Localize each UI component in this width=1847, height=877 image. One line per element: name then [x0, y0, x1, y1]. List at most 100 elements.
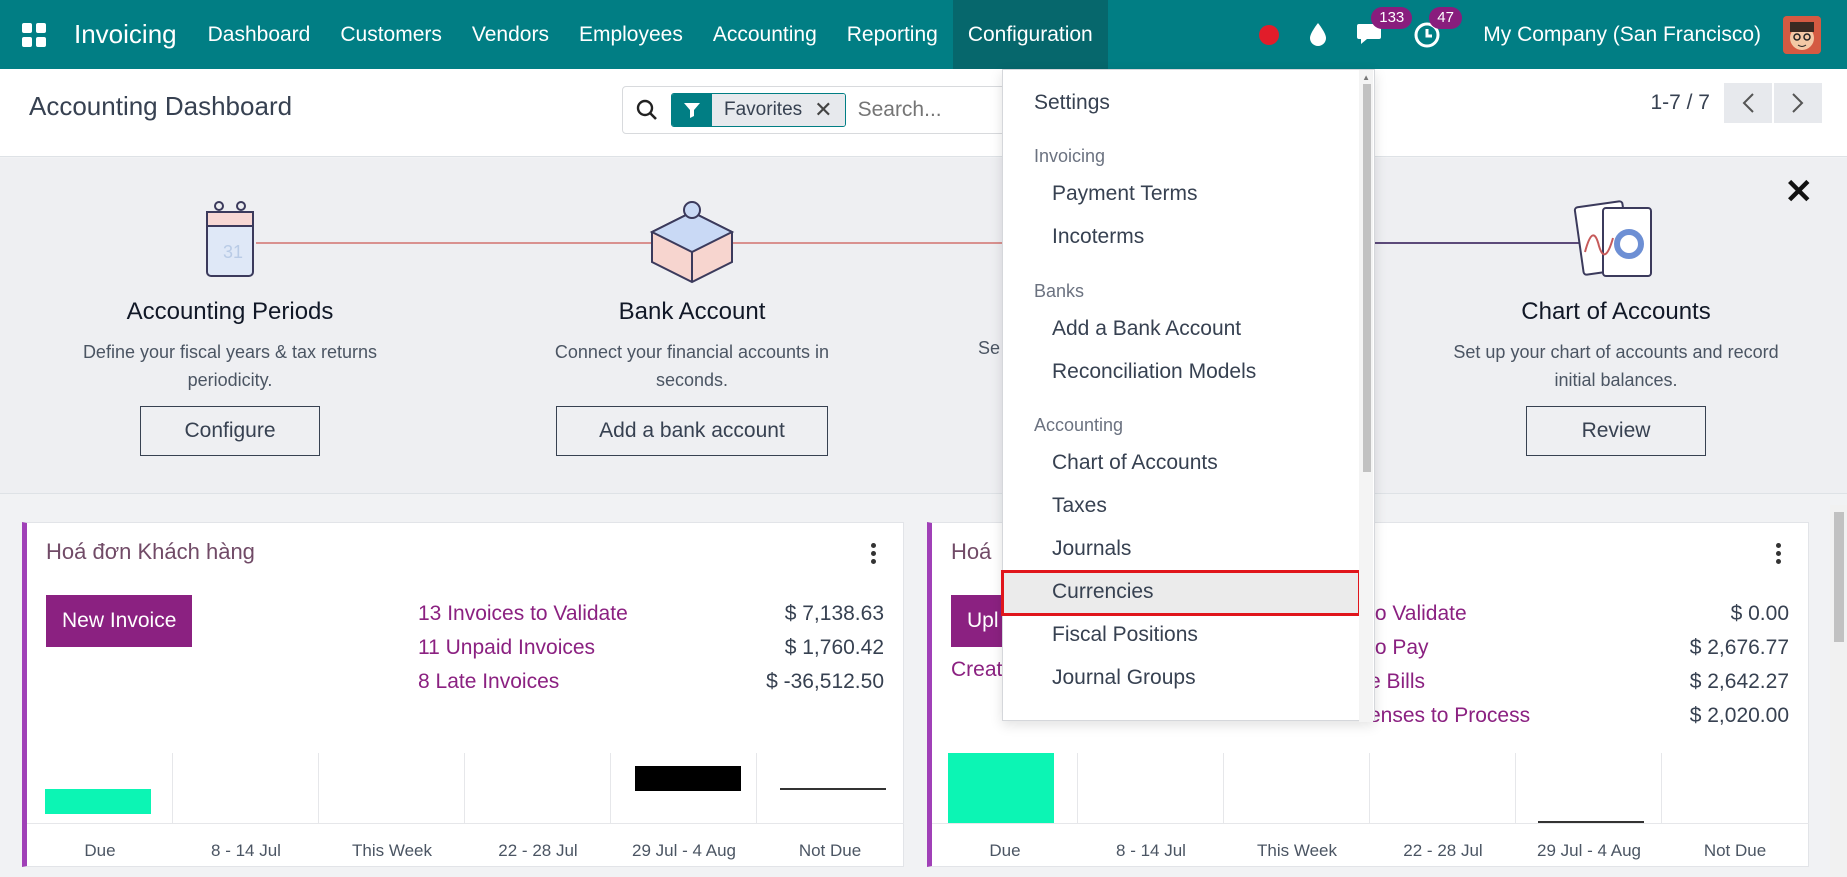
dropdown-scrollbar-thumb[interactable]: [1363, 84, 1371, 472]
graph-label: This Week: [352, 841, 432, 860]
menu-accounting[interactable]: Accounting: [698, 0, 832, 69]
journal-title[interactable]: Hoá: [951, 539, 991, 565]
pager: 1-7 / 7: [1650, 83, 1847, 123]
step-title: Bank Account: [618, 298, 766, 325]
kebab-menu-icon[interactable]: [1776, 543, 1782, 564]
stat-link[interactable]: e Bills: [1369, 667, 1425, 701]
graph-label: 22 - 28 Jul: [498, 841, 578, 860]
chevron-left-icon: [1742, 93, 1754, 113]
step-accounting-periods: 31 Accounting Periods Define your fiscal…: [60, 192, 400, 456]
app-name[interactable]: Invoicing: [74, 19, 177, 50]
onboarding-panel: ✕ 31 Accounting Periods Define your fisc…: [0, 158, 1847, 494]
stat-value: $ -36,512.50: [766, 670, 884, 693]
top-navbar: Invoicing Dashboard Customers Vendors Em…: [0, 0, 1847, 69]
new-invoice-button[interactable]: New Invoice: [46, 595, 193, 647]
graph-label: Due: [989, 841, 1021, 860]
search-input[interactable]: [857, 98, 1008, 122]
droplet-icon[interactable]: [1307, 22, 1329, 48]
stat-row: enses to Process $ 2,020.00: [1369, 701, 1789, 735]
puzzle-icon: [522, 192, 862, 286]
stat-row: to Validate $ 0.00: [1369, 599, 1789, 633]
scroll-up-arrow-icon[interactable]: ▲: [1362, 73, 1370, 82]
pager-previous-button[interactable]: [1724, 83, 1772, 123]
record-icon[interactable]: [1259, 24, 1280, 45]
graph-label: Not Due: [798, 841, 862, 860]
graph-label: 8 - 14 Jul: [1116, 841, 1186, 860]
menu-section-invoicing: Invoicing: [1034, 146, 1106, 166]
graph-bar-due[interactable]: [948, 753, 1054, 823]
pager-next-button[interactable]: [1774, 83, 1822, 123]
menu-item-journal-groups[interactable]: Journal Groups: [1052, 657, 1196, 699]
menu-vendors[interactable]: Vendors: [457, 0, 564, 69]
graph-label: This Week: [1257, 841, 1337, 860]
stat-link[interactable]: to Validate: [1369, 599, 1467, 633]
stat-row: 11 Unpaid Invoices $ 1,760.42: [418, 633, 884, 667]
graph-label: 22 - 28 Jul: [1403, 841, 1483, 860]
messages-badge: 133: [1371, 6, 1413, 29]
menu-employees[interactable]: Employees: [564, 0, 698, 69]
stat-link[interactable]: to Pay: [1369, 633, 1429, 667]
stat-row: 13 Invoices to Validate $ 7,138.63: [418, 599, 884, 633]
menu-item-payment-terms[interactable]: Payment Terms: [1052, 173, 1198, 215]
graph-label: 29 Jul - 4 Aug: [1537, 841, 1641, 860]
chevron-right-icon: [1792, 93, 1804, 113]
company-switcher[interactable]: My Company (San Francisco): [1483, 23, 1761, 47]
step-title: Chart of Accounts: [1521, 298, 1711, 325]
configure-button[interactable]: Configure: [140, 406, 320, 456]
create-link[interactable]: Creat: [951, 658, 1002, 682]
stat-link[interactable]: enses to Process: [1369, 701, 1530, 735]
configuration-dropdown: Settings Invoicing Payment Terms Incoter…: [1001, 69, 1375, 722]
kebab-menu-icon[interactable]: [871, 543, 877, 564]
menu-item-incoterms[interactable]: Incoterms: [1052, 216, 1144, 258]
menu-item-reconciliation-models[interactable]: Reconciliation Models: [1052, 351, 1256, 393]
search-bar[interactable]: Favorites ✕: [622, 86, 1032, 134]
user-avatar[interactable]: [1783, 15, 1821, 54]
step-description-fragment: Se: [978, 338, 1001, 358]
stat-value: $ 2,676.77: [1689, 636, 1789, 659]
menu-item-journals[interactable]: Journals: [1052, 528, 1131, 570]
page-scrollbar-thumb[interactable]: [1834, 512, 1844, 642]
favorites-facet[interactable]: Favorites ✕: [671, 93, 846, 127]
menu-item-settings[interactable]: Settings: [1034, 82, 1110, 124]
control-panel: Accounting Dashboard Favorites ✕ 1-7 / 7: [0, 69, 1847, 157]
menu-item-add-bank-account[interactable]: Add a Bank Account: [1052, 308, 1241, 350]
menu-reporting[interactable]: Reporting: [832, 0, 953, 69]
menu-item-fiscal-positions[interactable]: Fiscal Positions: [1052, 614, 1198, 656]
messages-icon[interactable]: 133: [1355, 6, 1413, 49]
menu-dashboard[interactable]: Dashboard: [193, 0, 326, 69]
graph-bar-notdue[interactable]: [780, 788, 886, 790]
aging-graph[interactable]: Due 8 - 14 Jul This Week 22 - 28 Jul 29 …: [932, 753, 1809, 868]
facet-remove-icon[interactable]: ✕: [814, 94, 845, 126]
stat-link[interactable]: 8 Late Invoices: [418, 667, 559, 701]
menu-item-chart-of-accounts[interactable]: Chart of Accounts: [1052, 442, 1218, 484]
menu-section-banks: Banks: [1034, 281, 1085, 301]
menu-item-currencies[interactable]: Currencies: [1052, 571, 1154, 613]
menu-customers[interactable]: Customers: [325, 0, 457, 69]
stat-row: to Pay $ 2,676.77: [1369, 633, 1789, 667]
step-description: Connect your financial accounts in secon…: [554, 342, 830, 390]
step-title: Accounting Periods: [126, 298, 334, 325]
graph-label: 8 - 14 Jul: [211, 841, 281, 860]
search-icon[interactable]: [623, 87, 671, 133]
page-title: Accounting Dashboard: [29, 91, 293, 121]
graph-bar-due[interactable]: [45, 789, 151, 814]
menu-configuration[interactable]: Configuration: [952, 0, 1108, 69]
journal-title[interactable]: Hoá đơn Khách hàng: [46, 539, 255, 565]
activities-badge: 47: [1429, 6, 1462, 29]
aging-graph[interactable]: Due 8 - 14 Jul This Week 22 - 28 Jul 29 …: [27, 753, 904, 868]
step-description: Set up your chart of accounts and record…: [1453, 342, 1779, 390]
stat-link[interactable]: 11 Unpaid Invoices: [418, 633, 595, 667]
activities-clock-icon[interactable]: 47: [1413, 6, 1462, 49]
apps-menu-icon[interactable]: [0, 0, 68, 69]
stat-value: $ 1,760.42: [784, 636, 884, 659]
close-onboarding-icon[interactable]: ✕: [1785, 172, 1814, 212]
graph-bar-29jul[interactable]: [635, 766, 741, 791]
graph-label: 29 Jul - 4 Aug: [632, 841, 736, 860]
graph-bar-29jul[interactable]: [1538, 821, 1644, 823]
review-button[interactable]: Review: [1526, 406, 1706, 456]
journal-stats: to Validate $ 0.00 to Pay $ 2,676.77 e Bil…: [1369, 599, 1789, 735]
menu-item-taxes[interactable]: Taxes: [1052, 485, 1107, 527]
stat-link[interactable]: 13 Invoices to Validate: [418, 599, 628, 633]
add-bank-account-button[interactable]: Add a bank account: [556, 406, 828, 456]
pager-value[interactable]: 1-7 / 7: [1650, 91, 1710, 115]
